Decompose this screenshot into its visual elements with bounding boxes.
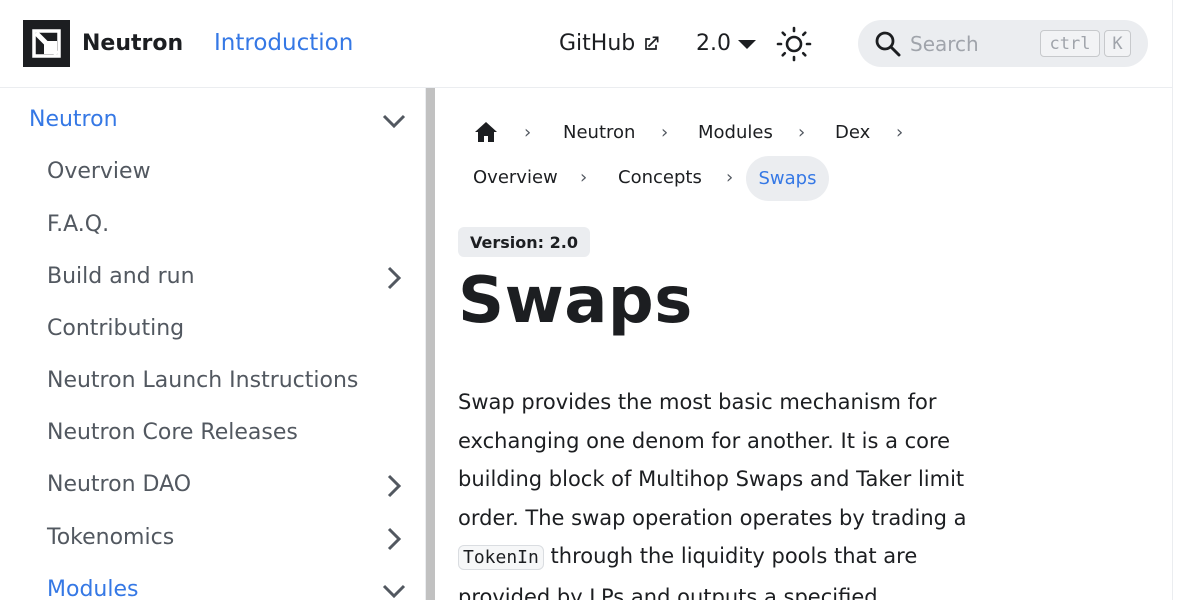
breadcrumb-item-current: Swaps <box>746 156 829 201</box>
paragraph-text: Swap provides the most basic mechanism f… <box>458 390 967 530</box>
sidebar-item-label: Tokenomics <box>47 525 175 550</box>
search-icon <box>875 31 901 57</box>
sidebar-item-label: Overview <box>47 159 151 184</box>
sidebar-item-neutron-dao[interactable]: Neutron DAO <box>0 464 420 510</box>
version-badge: Version: 2.0 <box>458 227 590 257</box>
sidebar-item-label: Neutron DAO <box>47 472 192 497</box>
sidebar-scrollbar[interactable] <box>426 88 435 600</box>
breadcrumb-separator-icon: › <box>661 122 669 143</box>
breadcrumb-separator-icon: › <box>726 167 734 188</box>
chevron-down-icon[interactable] <box>380 577 408 600</box>
breadcrumb-item-overview[interactable]: Overview <box>473 167 558 188</box>
sidebar-item-label: Neutron <box>29 107 118 132</box>
breadcrumb-separator-icon: › <box>896 122 904 143</box>
sidebar-item-modules[interactable]: Modules <box>0 569 420 600</box>
sidebar-item-tokenomics[interactable]: Tokenomics <box>0 517 420 563</box>
sidebar-item-label: Neutron Launch Instructions <box>47 368 359 393</box>
sidebar-item-faq[interactable]: F.A.Q. <box>0 204 420 250</box>
breadcrumb-item-neutron[interactable]: Neutron <box>563 122 635 143</box>
kbd-k: K <box>1104 30 1131 57</box>
main-content: › Neutron › Modules › Dex › Overview › C… <box>436 88 1172 600</box>
sidebar-item-label: Modules <box>47 577 139 600</box>
breadcrumb-separator-icon: › <box>524 122 532 143</box>
sidebar-item-label: Contributing <box>47 316 185 341</box>
chevron-right-icon[interactable] <box>380 472 408 500</box>
sidebar-item-neutron[interactable]: Neutron <box>0 99 420 145</box>
sidebar-item-overview[interactable]: Overview <box>0 151 420 197</box>
nav-link-introduction[interactable]: Introduction <box>214 30 353 56</box>
neutron-logo-icon[interactable] <box>23 20 70 67</box>
sidebar-item-build-and-run[interactable]: Build and run <box>0 256 420 302</box>
caret-down-icon <box>738 39 756 49</box>
navbar: Neutron Introduction GitHub 2.0 Search c… <box>0 0 1172 88</box>
version-dropdown[interactable]: 2.0 <box>696 31 757 56</box>
chevron-right-icon[interactable] <box>380 264 408 292</box>
breadcrumb-item-modules[interactable]: Modules <box>698 122 773 143</box>
kbd-ctrl: ctrl <box>1040 30 1100 57</box>
doc-paragraph: Swap provides the most basic mechanism f… <box>458 383 978 600</box>
sidebar-item-contributing[interactable]: Contributing <box>0 308 420 354</box>
nav-link-github[interactable]: GitHub <box>559 31 661 56</box>
version-label: 2.0 <box>696 31 731 56</box>
sidebar-item-launch-instructions[interactable]: Neutron Launch Instructions <box>0 360 420 406</box>
sidebar-item-core-releases[interactable]: Neutron Core Releases <box>0 412 420 458</box>
breadcrumb-separator-icon: › <box>798 122 806 143</box>
github-label: GitHub <box>559 31 636 56</box>
inline-code: TokenIn <box>458 545 544 570</box>
chevron-right-icon[interactable] <box>380 525 408 553</box>
sidebar-item-label: F.A.Q. <box>47 212 110 237</box>
home-icon[interactable] <box>474 121 498 143</box>
chevron-down-icon[interactable] <box>380 107 408 135</box>
breadcrumb-item-dex[interactable]: Dex <box>835 122 870 143</box>
sidebar: Neutron Overview F.A.Q. Build and run Co… <box>0 88 426 600</box>
sun-icon <box>776 26 812 62</box>
search-input[interactable] <box>910 30 1040 58</box>
brand-title[interactable]: Neutron <box>82 31 183 56</box>
search-box[interactable]: ctrl K <box>858 20 1148 67</box>
page-title: Swaps <box>458 264 693 338</box>
breadcrumb-item-concepts[interactable]: Concepts <box>618 167 702 188</box>
theme-toggle-button[interactable] <box>776 26 812 62</box>
sidebar-item-label: Neutron Core Releases <box>47 420 298 445</box>
external-link-icon <box>645 36 659 50</box>
breadcrumb-separator-icon: › <box>580 167 588 188</box>
sidebar-item-label: Build and run <box>47 264 195 289</box>
page-scrollbar[interactable] <box>1172 0 1186 600</box>
